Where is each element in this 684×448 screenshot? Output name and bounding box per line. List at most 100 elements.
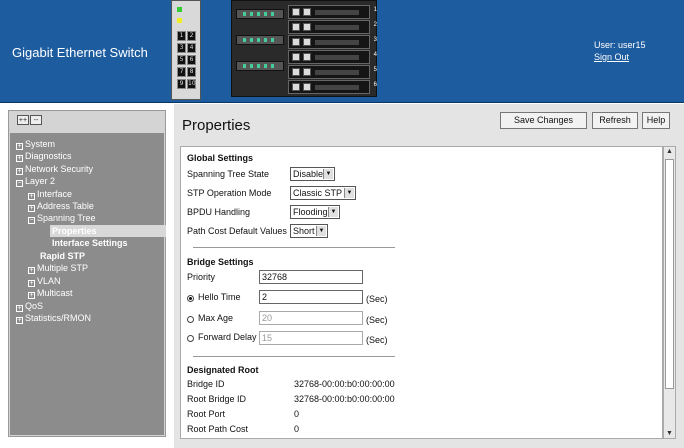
blade-bay-icon: 5 [288,65,377,79]
nav-item-layer2[interactable]: − Layer 2 [16,175,55,187]
priority-input[interactable]: 32768 [259,270,363,284]
expand-icon[interactable]: + [28,205,35,212]
root-bridge-id-label: Root Bridge ID [187,394,247,404]
collapse-all-button[interactable]: -- [30,115,42,125]
bridge-id-value: 32768-00:00:b0:00:00:00 [294,379,395,389]
expand-icon[interactable]: + [28,292,35,299]
fan-module-icon [236,35,284,45]
priority-label: Priority [187,272,216,282]
blade-bay-icon: 3 [288,35,377,49]
expand-icon[interactable]: + [28,267,35,274]
max-age-input[interactable]: 20 [259,311,363,325]
expand-icon[interactable]: + [28,280,35,287]
switch-front-panel-image: 1 2 3 4 5 6 7 8 9 10 [171,0,201,100]
blade-bay-icon: 2 [288,20,377,34]
port-icon: 3 [177,43,186,53]
refresh-button[interactable]: Refresh [592,112,638,129]
hello-time-radio[interactable] [187,295,194,302]
navigation-panel: ++ -- + System + Diagnostics + Network Secur… [8,110,166,437]
forward-delay-radio[interactable] [187,335,194,342]
port-icon: 5 [177,55,186,65]
path-cost-value: Short [293,226,315,236]
stp-state-value: Disable [293,169,324,179]
expand-icon[interactable]: + [16,305,23,312]
port-icon: 6 [187,55,196,65]
collapse-icon[interactable]: − [28,217,35,224]
sign-out-link[interactable]: Sign Out [594,51,646,63]
root-path-cost-label: Root Path Cost [187,424,249,434]
section-divider [193,356,395,357]
port-icon: 1 [177,31,186,41]
blade-bay-icon: 6 [288,80,377,94]
stp-state-select[interactable]: Disable ▼ [290,167,335,181]
path-cost-label: Path Cost Default Values [187,226,287,236]
expand-icon[interactable]: + [16,168,23,175]
scroll-down-icon[interactable]: ▼ [666,430,673,437]
port-icon: 7 [177,67,186,77]
max-age-radio[interactable] [187,316,194,323]
collapse-icon[interactable]: − [16,180,23,187]
nav-label: Address Table [37,201,94,211]
blade-bay-icon: 1 [288,5,377,19]
nav-item-statistics-rmon[interactable]: + Statistics/RMON [16,312,91,324]
navigation-tree: + System + Diagnostics + Network Security −… [10,133,166,435]
path-cost-select[interactable]: Short ▼ [290,224,328,238]
expand-all-button[interactable]: ++ [17,115,29,125]
expand-icon[interactable]: + [16,143,23,150]
nav-item-interface-settings[interactable]: Interface Settings [52,237,128,249]
chevron-down-icon: ▼ [316,226,326,236]
nav-item-diagnostics[interactable]: + Diagnostics [16,150,72,162]
root-port-value: 0 [294,409,300,419]
help-button[interactable]: Help [642,112,670,129]
save-changes-button[interactable]: Save Changes [500,112,587,129]
expand-icon[interactable]: + [16,317,23,324]
stp-state-label: Spanning Tree State [187,169,270,179]
nav-label: System [25,139,56,149]
bay-number: 1 [373,7,377,13]
content-scrollbar[interactable]: ▲ ▼ [663,146,676,439]
nav-item-multiple-stp[interactable]: + Multiple STP [28,262,88,274]
forward-delay-input[interactable]: 15 [259,331,363,345]
status-led [177,7,182,12]
bay-number: 2 [373,22,377,28]
bpdu-handling-value: Flooding [293,207,328,217]
nav-item-vlan[interactable]: + VLAN [28,275,61,287]
nav-label: Statistics/RMON [25,313,92,323]
tree-tools: ++ -- [17,114,43,125]
bpdu-handling-select[interactable]: Flooding ▼ [290,205,340,219]
scroll-up-icon[interactable]: ▲ [666,148,673,155]
stp-mode-select[interactable]: Classic STP ▼ [290,186,356,200]
blade-bay-icon: 4 [288,50,377,64]
nav-item-multicast[interactable]: + Multicast [28,287,73,299]
expand-icon[interactable]: + [16,155,23,162]
port-icon: 4 [187,43,196,53]
nav-item-system[interactable]: + System [16,138,55,150]
nav-item-properties[interactable]: Properties [50,225,166,237]
properties-form: Global Settings Spanning Tree State Disa… [180,146,663,439]
stp-mode-value: Classic STP [293,188,343,198]
scrollbar-thumb[interactable] [665,159,674,389]
port-icon: 9 [177,79,186,89]
max-age-unit: (Sec) [366,315,388,325]
nav-label: Multiple STP [37,263,89,273]
max-age-label: Max Age [198,313,234,323]
bay-number: 3 [373,37,377,43]
port-icon: 2 [187,31,196,41]
nav-item-spanning-tree[interactable]: − Spanning Tree [28,212,96,224]
expand-icon[interactable]: + [28,193,35,200]
nav-item-network-security[interactable]: + Network Security [16,163,93,175]
nav-label: Rapid STP [40,251,86,261]
hello-time-input[interactable]: 2 [259,290,363,304]
nav-item-interface[interactable]: + Interface [28,188,72,200]
top-banner: Gigabit Ethernet Switch 1 2 3 4 5 6 7 8 … [0,0,684,103]
user-info: User: user15 Sign Out [594,39,646,63]
bay-number: 6 [373,82,377,88]
nav-item-rapid-stp[interactable]: Rapid STP [40,250,85,262]
hello-time-unit: (Sec) [366,294,388,304]
nav-item-qos[interactable]: + QoS [16,300,43,312]
status-led [177,18,182,23]
forward-delay-unit: (Sec) [366,335,388,345]
bpdu-handling-label: BPDU Handling [187,207,251,217]
nav-item-address-table[interactable]: + Address Table [28,200,94,212]
section-divider [193,247,395,248]
